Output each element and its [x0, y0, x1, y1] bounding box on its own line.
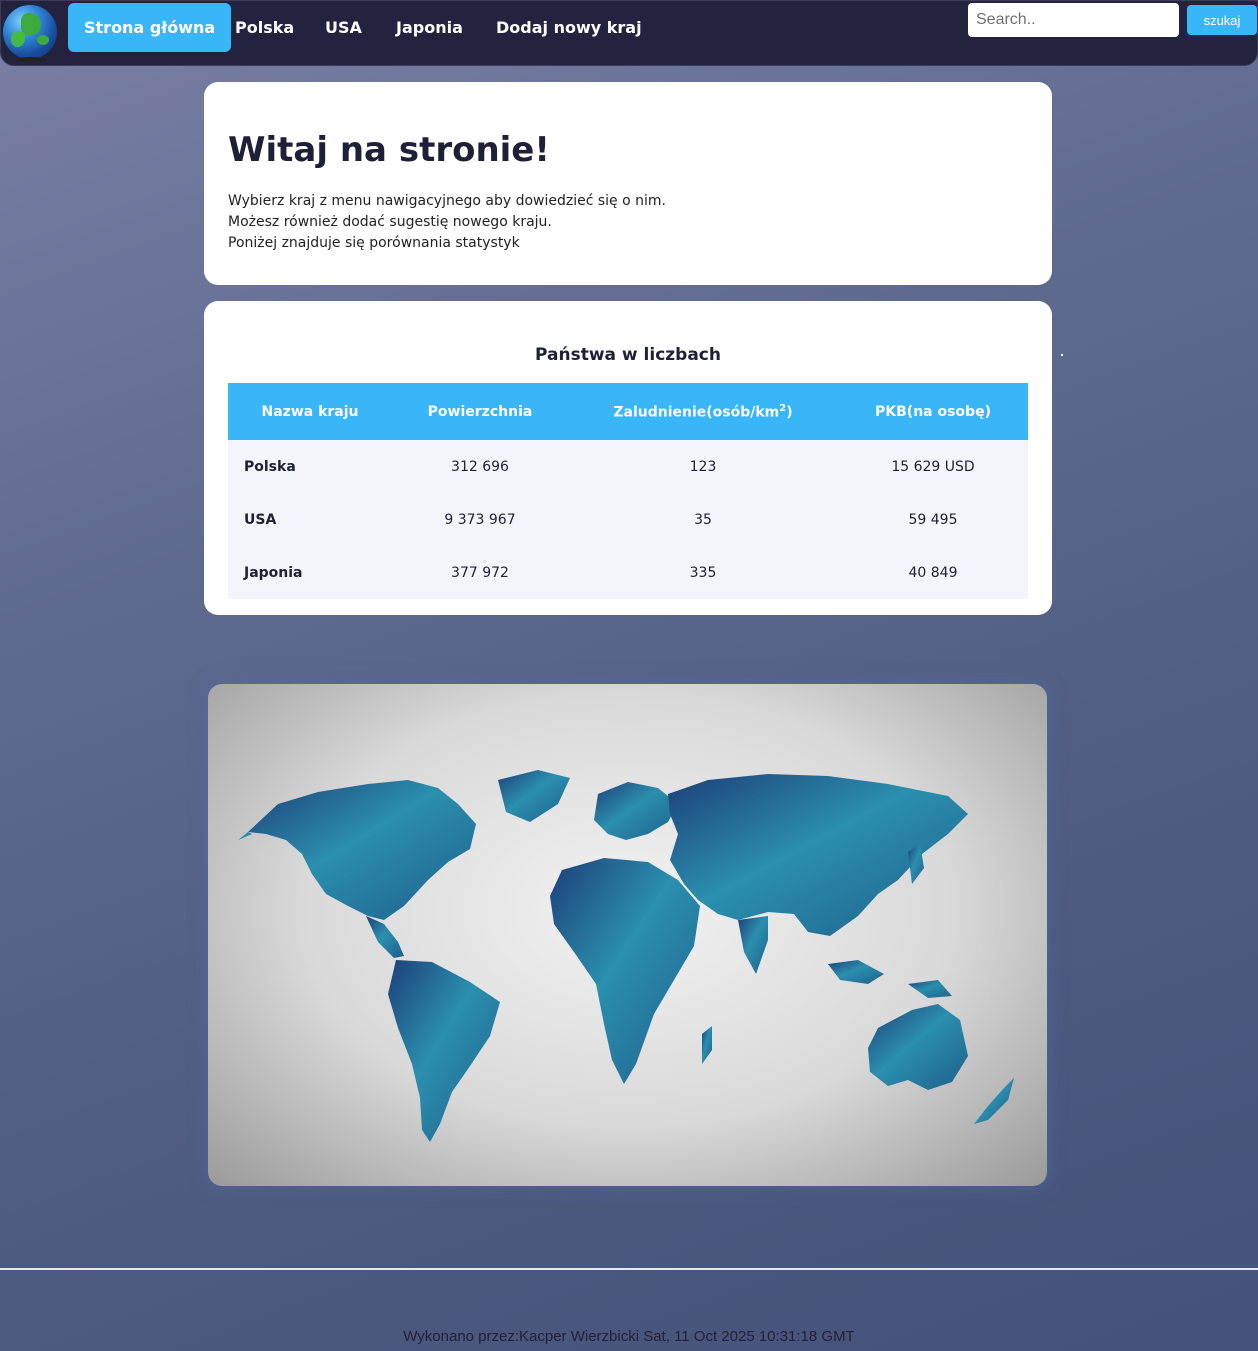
nav-item-polska[interactable]: Polska	[219, 3, 310, 52]
nav-item-home[interactable]: Strona główna	[68, 3, 232, 52]
table-row: USA 9 373 967 35 59 495	[228, 493, 1028, 546]
cell-country-name: Polska	[244, 458, 296, 475]
globe-logo-icon	[3, 5, 57, 59]
stats-title: Państwa w liczbach	[535, 345, 721, 365]
nav-item-add-country[interactable]: Dodaj nowy kraj	[480, 3, 658, 52]
page-title: Witaj na stronie!	[228, 130, 550, 170]
nav-item-japonia[interactable]: Japonia	[380, 3, 479, 52]
column-header-density-suffix: )	[786, 404, 793, 421]
column-header-name: Nazwa kraju	[261, 403, 359, 420]
welcome-text-line-1: Wybierz kraj z menu nawigacyjnego aby do…	[228, 193, 666, 209]
cell-area: 312 696	[451, 458, 509, 475]
cell-gdp: 59 495	[908, 511, 958, 528]
cell-area: 377 972	[451, 564, 509, 581]
welcome-text-line-3: Poniżej znajduje się porównania statysty…	[228, 235, 520, 251]
welcome-text-line-2: Możesz również dodać sugestię nowego kra…	[228, 214, 552, 230]
search-button[interactable]: szukaj	[1187, 5, 1257, 35]
column-header-density-text: Zaludnienie(osób/km	[613, 404, 780, 421]
cell-density: 123	[689, 458, 717, 475]
top-navbar: Strona główna Polska USA Japonia Dodaj n…	[0, 0, 1258, 66]
cell-density: 335	[689, 564, 717, 581]
cell-gdp: 40 849	[908, 564, 958, 581]
world-map-image	[208, 684, 1047, 1186]
cell-country-name: Japonia	[244, 564, 303, 581]
stats-card: Państwa w liczbach Nazwa kraju Powierzch…	[204, 301, 1052, 615]
globe-stand	[15, 57, 47, 62]
stats-table: Nazwa kraju Powierzchnia Zaludnienie(osó…	[228, 383, 1028, 599]
footer-text: Wykonano przez:Kacper Wierzbicki Sat, 11…	[403, 1328, 855, 1345]
table-row: Polska 312 696 123 15 629 USD	[228, 440, 1028, 493]
cell-gdp: 15 629 USD	[891, 458, 975, 475]
column-header-gdp: PKB(na osobę)	[875, 403, 991, 420]
cell-country-name: USA	[244, 511, 277, 528]
welcome-card: Witaj na stronie! Wybierz kraj z menu na…	[204, 82, 1052, 285]
stray-dot	[1061, 354, 1063, 356]
table-row: Japonia 377 972 335 40 849	[228, 546, 1028, 599]
nav-item-usa[interactable]: USA	[309, 3, 378, 52]
search-input[interactable]	[968, 3, 1179, 37]
column-header-area: Powierzchnia	[427, 403, 533, 420]
cell-density: 35	[694, 511, 712, 528]
column-header-density: Zaludnienie(osób/km2)	[568, 383, 838, 440]
world-map-icon	[238, 770, 1014, 1142]
table-header-row: Nazwa kraju Powierzchnia Zaludnienie(osó…	[228, 383, 1028, 440]
footer-divider	[0, 1268, 1258, 1270]
cell-area: 9 373 967	[444, 511, 516, 528]
